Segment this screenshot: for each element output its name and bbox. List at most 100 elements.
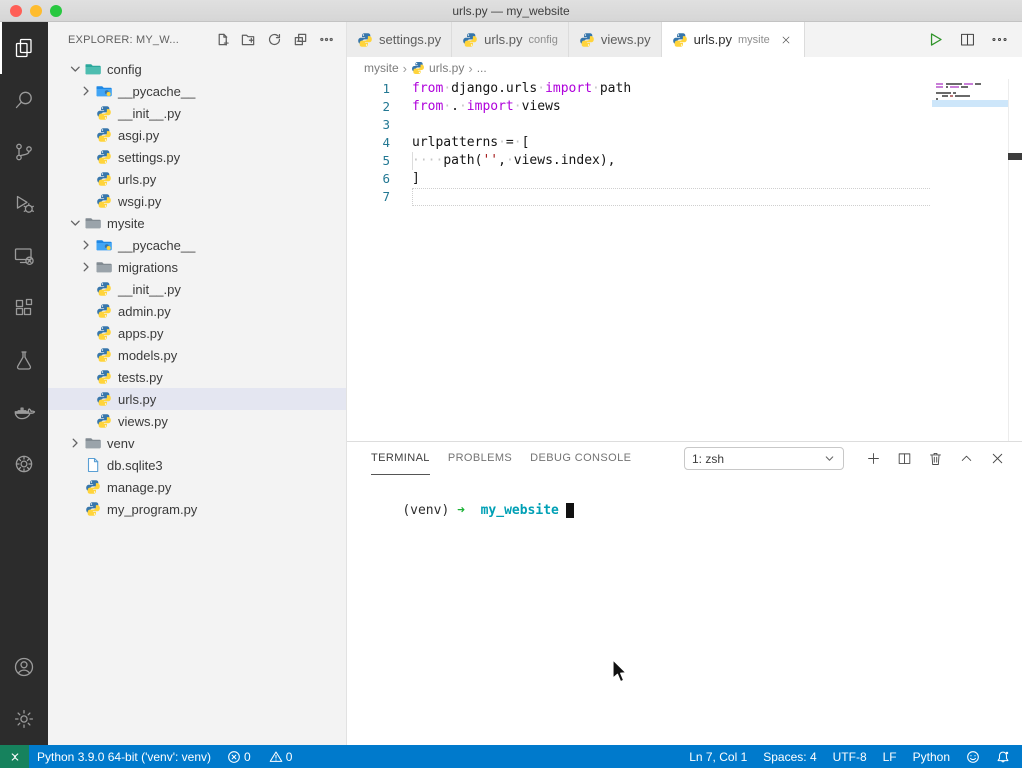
code-line-2[interactable]: 2 from·.·import·views bbox=[347, 98, 1022, 116]
tree-item-urls.py[interactable]: urls.py bbox=[48, 168, 346, 190]
tab-views.py[interactable]: views.py bbox=[568, 22, 662, 57]
close-window-button[interactable] bbox=[10, 5, 22, 17]
warning-icon bbox=[269, 750, 283, 764]
status-cursor-position[interactable]: Ln 7, Col 1 bbox=[681, 745, 755, 768]
gear-circle-icon bbox=[12, 452, 36, 476]
breadcrumb-item-mysite[interactable]: mysite bbox=[364, 61, 399, 75]
activity-explorer[interactable] bbox=[0, 22, 48, 74]
breadcrumb-item-urls.py[interactable]: urls.py bbox=[411, 61, 464, 75]
activity-extension-gear[interactable] bbox=[0, 438, 48, 490]
new-file-button[interactable] bbox=[213, 30, 232, 49]
activity-manage[interactable] bbox=[0, 693, 48, 745]
activity-run-debug[interactable] bbox=[0, 178, 48, 230]
tree-item-__pycache__[interactable]: __pycache__ bbox=[48, 80, 346, 102]
error-icon bbox=[227, 750, 241, 764]
tree-item-views.py[interactable]: views.py bbox=[48, 410, 346, 432]
minimap[interactable] bbox=[932, 83, 1008, 193]
tree-item-config[interactable]: config bbox=[48, 58, 346, 80]
chevron-right-icon[interactable] bbox=[78, 259, 94, 275]
breadcrumb-item-...[interactable]: ... bbox=[477, 61, 487, 75]
chevron-right-icon[interactable] bbox=[67, 435, 83, 451]
minimap-segment bbox=[950, 95, 953, 97]
close-tab-button[interactable] bbox=[779, 32, 794, 47]
refresh-explorer-button[interactable] bbox=[265, 30, 284, 49]
status-indentation[interactable]: Spaces: 4 bbox=[755, 745, 824, 768]
activity-search[interactable] bbox=[0, 74, 48, 126]
python-icon bbox=[96, 391, 112, 407]
collapse-folders-button[interactable] bbox=[291, 30, 310, 49]
tree-item-manage.py[interactable]: manage.py bbox=[48, 476, 346, 498]
activity-remote-explorer[interactable] bbox=[0, 230, 48, 282]
code-line-7[interactable]: 7 bbox=[347, 188, 1022, 206]
tree-item-__init__.py[interactable]: __init__.py bbox=[48, 278, 346, 300]
tree-item-urls.py[interactable]: urls.py bbox=[48, 388, 346, 410]
tree-item-settings.py[interactable]: settings.py bbox=[48, 146, 346, 168]
panel-tab-problems[interactable]: PROBLEMS bbox=[448, 442, 512, 475]
activity-source-control[interactable] bbox=[0, 126, 48, 178]
status-remote-indicator[interactable] bbox=[0, 745, 29, 768]
panel-tab-terminal[interactable]: TERMINAL bbox=[371, 442, 430, 475]
remote-icon bbox=[12, 244, 36, 268]
code-line-3[interactable]: 3 bbox=[347, 116, 1022, 134]
code-token: import bbox=[466, 99, 514, 114]
zoom-window-button[interactable] bbox=[50, 5, 62, 17]
activity-testing[interactable] bbox=[0, 334, 48, 386]
status-encoding[interactable]: UTF-8 bbox=[825, 745, 875, 768]
terminal-selector[interactable]: 1: zsh bbox=[684, 447, 844, 470]
panel-tab-debug-console[interactable]: DEBUG CONSOLE bbox=[530, 442, 631, 475]
status-python-interpreter[interactable]: Python 3.9.0 64-bit ('venv': venv) bbox=[29, 745, 219, 768]
chevron-down-icon[interactable] bbox=[67, 61, 83, 77]
activity-extensions[interactable] bbox=[0, 282, 48, 334]
close-panel-button[interactable] bbox=[989, 450, 1006, 467]
tree-item-__pycache__[interactable]: __pycache__ bbox=[48, 234, 346, 256]
status-problems[interactable]: 00 bbox=[219, 745, 300, 768]
tree-item-models.py[interactable]: models.py bbox=[48, 344, 346, 366]
code-token: · bbox=[513, 135, 522, 150]
terminal-content[interactable]: (venv) ➜ my_website bbox=[347, 475, 1022, 533]
python-icon bbox=[96, 149, 112, 165]
tree-item-migrations[interactable]: migrations bbox=[48, 256, 346, 278]
activity-docker[interactable] bbox=[0, 386, 48, 438]
new-folder-button[interactable] bbox=[239, 30, 258, 49]
tab-settings.py[interactable]: settings.py bbox=[347, 22, 453, 57]
tree-item-venv[interactable]: venv bbox=[48, 432, 346, 454]
code-line-5[interactable]: 5 ····path('',·views.index), bbox=[347, 152, 1022, 170]
chevron-down-icon[interactable] bbox=[67, 215, 83, 231]
new-folder-icon bbox=[241, 32, 256, 47]
split-editor-button[interactable] bbox=[958, 30, 977, 49]
kill-terminal-button[interactable] bbox=[927, 450, 944, 467]
python-icon bbox=[85, 479, 101, 495]
code-line-content: ····path('',·views.index), bbox=[412, 152, 616, 170]
maximize-panel-button[interactable] bbox=[958, 450, 975, 467]
more-actions-button[interactable] bbox=[317, 30, 336, 49]
chevron-right-icon[interactable] bbox=[78, 237, 94, 253]
tree-item-wsgi.py[interactable]: wsgi.py bbox=[48, 190, 346, 212]
tree-item-apps.py[interactable]: apps.py bbox=[48, 322, 346, 344]
tab-urls.py-config[interactable]: urls.py config bbox=[452, 22, 569, 57]
run-python-file-button[interactable] bbox=[926, 30, 945, 49]
code-editor[interactable]: 1 from·django.urls·import·path 2 from·.·imp… bbox=[347, 79, 1022, 441]
activity-accounts[interactable] bbox=[0, 641, 48, 693]
tab-urls.py-mysite[interactable]: urls.py mysite bbox=[661, 22, 805, 57]
tree-item-db.sqlite3[interactable]: db.sqlite3 bbox=[48, 454, 346, 476]
status-feedback[interactable] bbox=[958, 745, 988, 768]
code-line-4[interactable]: 4 urlpatterns·=·[ bbox=[347, 134, 1022, 152]
tree-item-my_program.py[interactable]: my_program.py bbox=[48, 498, 346, 520]
tree-item-mysite[interactable]: mysite bbox=[48, 212, 346, 234]
chevron-right-icon[interactable] bbox=[78, 83, 94, 99]
overview-ruler[interactable] bbox=[1008, 79, 1022, 441]
tree-item-admin.py[interactable]: admin.py bbox=[48, 300, 346, 322]
status-language-mode[interactable]: Python bbox=[905, 745, 958, 768]
minimize-window-button[interactable] bbox=[30, 5, 42, 17]
status-eol-sequence[interactable]: LF bbox=[875, 745, 905, 768]
code-line-1[interactable]: 1 from·django.urls·import·path bbox=[347, 80, 1022, 98]
tree-item-asgi.py[interactable]: asgi.py bbox=[48, 124, 346, 146]
split-terminal-button[interactable] bbox=[896, 450, 913, 467]
code-line-6[interactable]: 6] bbox=[347, 170, 1022, 188]
tree-item-__init__.py[interactable]: __init__.py bbox=[48, 102, 346, 124]
status-notifications[interactable] bbox=[988, 745, 1018, 768]
new-terminal-button[interactable] bbox=[865, 450, 882, 467]
tree-item-tests.py[interactable]: tests.py bbox=[48, 366, 346, 388]
more-editor-actions-button[interactable] bbox=[990, 30, 1009, 49]
